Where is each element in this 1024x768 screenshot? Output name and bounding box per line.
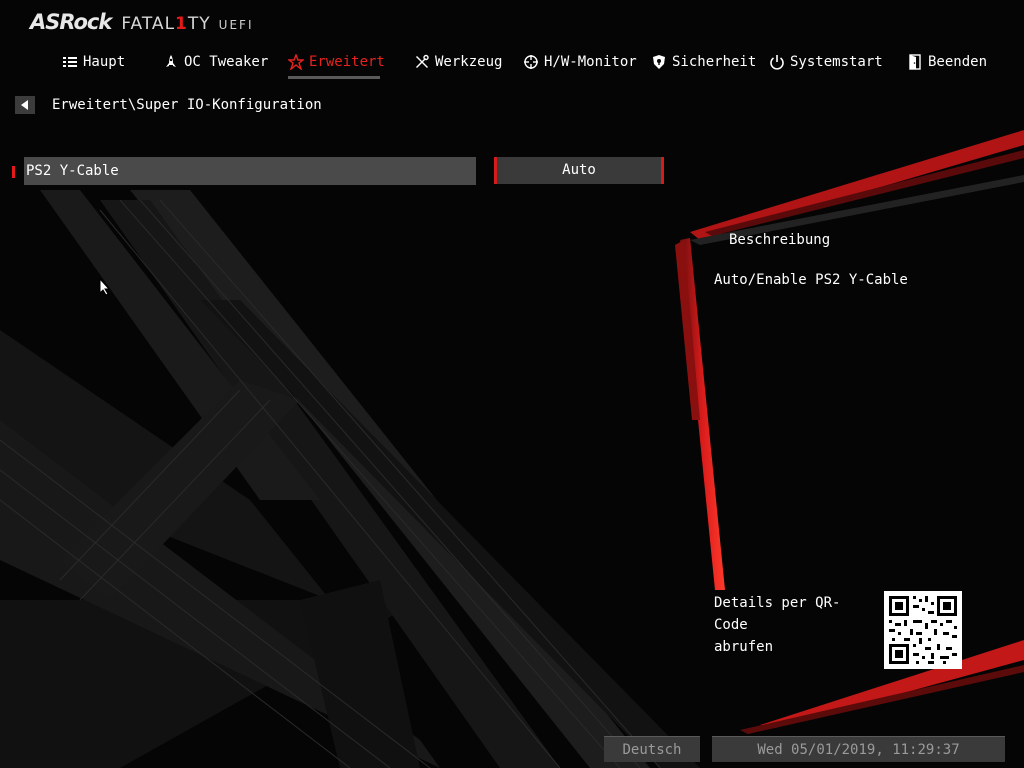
tab-haupt[interactable]: Haupt bbox=[62, 50, 125, 74]
breadcrumb: Erweitert\Super IO-Konfiguration bbox=[52, 97, 322, 113]
crosshair-icon bbox=[524, 55, 538, 69]
tab-oc-tweaker[interactable]: OC Tweaker bbox=[163, 50, 268, 74]
row-selection-marker bbox=[12, 166, 15, 178]
tools-icon bbox=[416, 54, 429, 68]
tab-haupt-label: Haupt bbox=[83, 54, 126, 70]
tab-oc-tweaker-label: OC Tweaker bbox=[184, 54, 269, 70]
language-button[interactable]: Deutsch bbox=[604, 736, 700, 762]
active-tab-indicator bbox=[288, 76, 380, 79]
tab-erweitert-label: Erweitert bbox=[309, 54, 385, 70]
tab-sicherheit[interactable]: Sicherheit bbox=[651, 50, 756, 74]
tab-werkzeug[interactable]: Werkzeug bbox=[414, 50, 502, 74]
description-title: Beschreibung bbox=[729, 232, 831, 248]
datetime-display: Wed 05/01/2019, 11:29:37 bbox=[712, 736, 1005, 762]
setting-ps2-y-cable-value[interactable]: Auto bbox=[494, 157, 664, 184]
uefi-label: UEFI bbox=[218, 18, 254, 32]
qr-caption: Details per QR-Code abrufen bbox=[714, 592, 874, 658]
tab-sicherheit-label: Sicherheit bbox=[672, 54, 757, 70]
tab-beenden[interactable]: Beenden bbox=[907, 50, 987, 74]
power-icon bbox=[770, 55, 784, 70]
top-nav: Haupt OC Tweaker Erweitert Werkzeug H/W-… bbox=[0, 50, 1024, 76]
tab-hw-monitor-label: H/W-Monitor bbox=[544, 54, 637, 70]
star-icon bbox=[288, 54, 304, 70]
asrock-logo: ASRock bbox=[30, 10, 112, 34]
setting-ps2-y-cable[interactable]: PS2 Y-Cable bbox=[24, 157, 476, 185]
brand-logo: ASRock FATAL1TY UEFI bbox=[30, 10, 253, 36]
qr-code-icon bbox=[884, 591, 962, 669]
qr-caption-line1: Details per QR-Code bbox=[714, 595, 841, 633]
tab-werkzeug-label: Werkzeug bbox=[435, 54, 503, 70]
back-button[interactable] bbox=[15, 96, 35, 114]
tab-erweitert[interactable]: Erweitert bbox=[288, 50, 385, 74]
tab-beenden-label: Beenden bbox=[928, 54, 988, 70]
rocket-icon bbox=[166, 55, 176, 67]
mouse-cursor-icon bbox=[99, 278, 111, 296]
tab-hw-monitor[interactable]: H/W-Monitor bbox=[523, 50, 637, 74]
tab-systemstart-label: Systemstart bbox=[790, 54, 883, 70]
description-text: Auto/Enable PS2 Y-Cable bbox=[714, 272, 908, 288]
exit-door-icon bbox=[909, 54, 921, 70]
shield-icon bbox=[653, 55, 665, 69]
tab-systemstart[interactable]: Systemstart bbox=[769, 50, 883, 74]
qr-caption-line2: abrufen bbox=[714, 639, 774, 655]
back-arrow-icon bbox=[21, 100, 28, 110]
list-icon bbox=[63, 57, 77, 67]
fatality-logo: FATAL1TY bbox=[121, 14, 211, 34]
